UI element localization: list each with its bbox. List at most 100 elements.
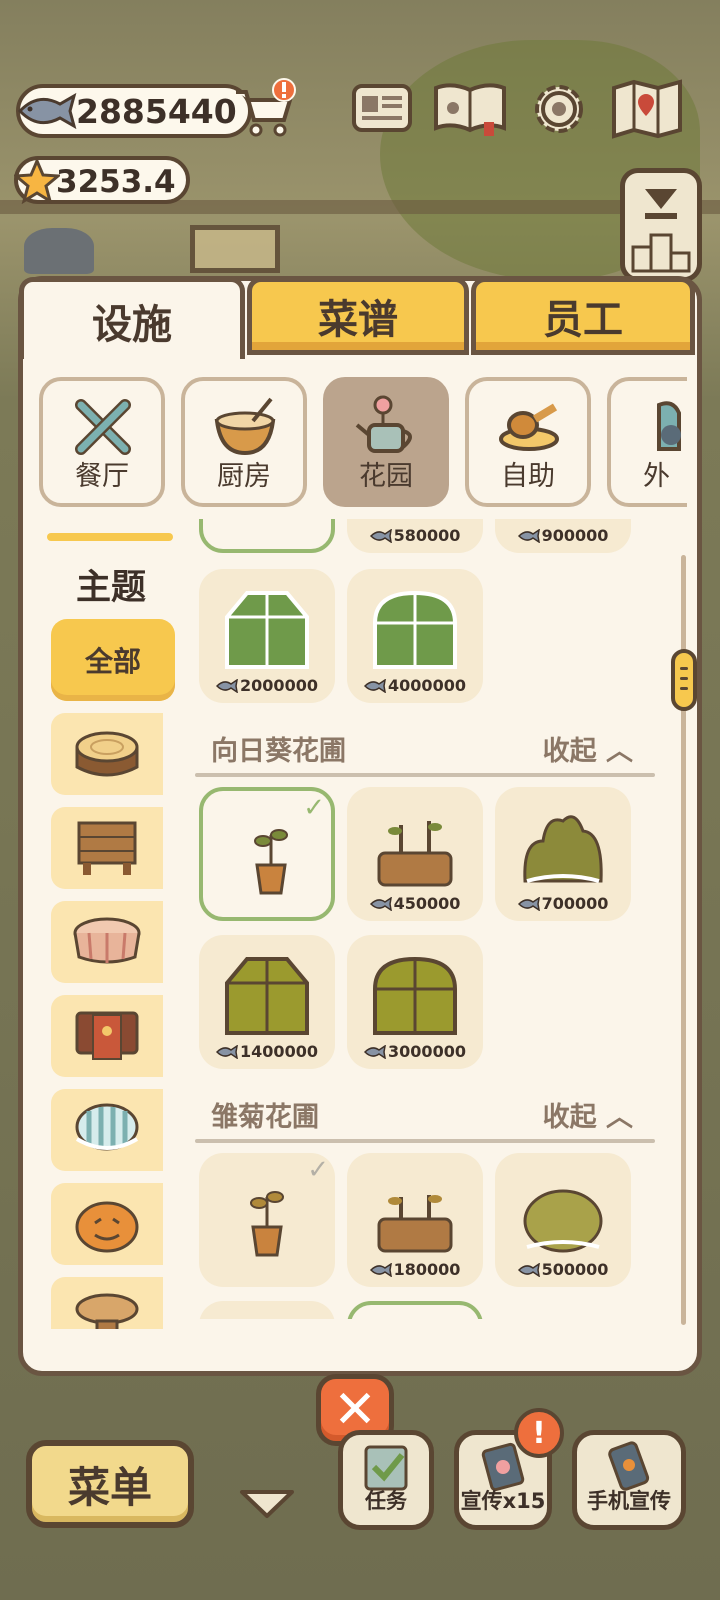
catbook-icon[interactable]: [432, 78, 508, 140]
category-label: 厨房: [217, 461, 271, 492]
facility-item[interactable]: 180000: [347, 1153, 483, 1287]
tab-facilities[interactable]: 设施: [19, 277, 245, 359]
theme-all-button[interactable]: 全部: [51, 619, 175, 701]
theme-pumpkin[interactable]: [51, 1183, 163, 1265]
promotion-label: 宣传x15: [460, 1489, 546, 1513]
background-fishbone-sign: [190, 225, 280, 273]
sprout-pot-icon: [254, 829, 288, 895]
facility-item-owned[interactable]: ✓: [199, 1153, 335, 1287]
bush-icon: [523, 1189, 603, 1253]
fish-coin-value: 2885440: [76, 92, 237, 131]
theme-list: [51, 713, 163, 1329]
category-label: 自助: [501, 461, 555, 492]
theme-round-stool[interactable]: [51, 1277, 163, 1329]
facility-item[interactable]: 700000: [495, 787, 631, 921]
item-price: 3000000: [347, 1042, 483, 1061]
facility-item[interactable]: 500000: [495, 1153, 631, 1287]
newspaper-icon[interactable]: [350, 78, 416, 140]
fish-coin-icon: [517, 896, 540, 911]
fish-coin-icon: [369, 528, 392, 543]
fish-coin-icon: [369, 896, 392, 911]
fish-coin-icon: [216, 678, 238, 693]
takeout-icon: [657, 401, 681, 451]
facility-item[interactable]: [347, 1301, 483, 1319]
facility-item[interactable]: 580000: [347, 519, 483, 553]
mixing-bowl-icon: [214, 397, 276, 456]
dome-greenhouse-icon: [373, 590, 457, 669]
tab-staff[interactable]: 员工: [471, 277, 695, 355]
theme-striped-stool[interactable]: [51, 1089, 163, 1171]
paw-table-icon: [75, 1011, 139, 1060]
facility-item-grid: 580000 900000 2000000 4000000 向日葵花圃 收起 ︿…: [195, 519, 675, 1319]
item-price: 700000: [495, 894, 631, 913]
pumpkin-icon: [75, 1201, 139, 1253]
phone-promotion-label: 手机宣传: [587, 1489, 671, 1513]
category-takeout[interactable]: 外: [607, 377, 687, 507]
facility-item[interactable]: 2000000: [199, 569, 335, 703]
facility-item[interactable]: 3000000: [347, 935, 483, 1069]
menu-button[interactable]: 菜单: [26, 1440, 194, 1528]
fish-coin-icon: [364, 678, 386, 693]
item-price: 580000: [347, 526, 483, 545]
tasks-button[interactable]: 任务: [338, 1430, 434, 1530]
facility-item[interactable]: 4000000: [347, 569, 483, 703]
tools-icon: [75, 399, 131, 455]
facility-item[interactable]: 1400000: [199, 935, 335, 1069]
picnic-table-icon: [73, 917, 141, 964]
fish-coin-icon: [364, 1044, 386, 1059]
section-divider: [195, 1139, 655, 1143]
category-restaurant[interactable]: 餐厅: [39, 377, 165, 507]
facilities-panel: 设施 菜谱 员工 餐厅 厨房 花园 自助 外 主题 全部 580000 9000…: [18, 276, 702, 1376]
background-cat: [24, 228, 94, 274]
facility-item[interactable]: 900000: [495, 519, 631, 553]
gear-icon[interactable]: [526, 78, 592, 140]
buffet-icon: [499, 403, 559, 451]
facility-item-owned[interactable]: ✓: [199, 787, 335, 921]
collapse-toggle[interactable]: 收起 ︿: [543, 729, 633, 768]
log-stump-icon: [75, 731, 139, 777]
theme-wooden-table[interactable]: [51, 807, 163, 889]
collapse-toggle[interactable]: 收起 ︿: [543, 1095, 633, 1134]
category-garden[interactable]: 花园: [323, 377, 449, 507]
section-divider: [195, 773, 655, 777]
facility-item[interactable]: [199, 1301, 335, 1319]
round-stool-icon: [75, 1293, 139, 1329]
sidebar-accent-bar: [47, 533, 173, 541]
phone-promotion-button[interactable]: 手机宣传: [572, 1430, 686, 1530]
chevron-down-icon: [631, 189, 691, 273]
chevron-down-icon[interactable]: [238, 1486, 296, 1520]
fish-coin-icon: [369, 1262, 392, 1277]
alert-badge: !: [514, 1408, 564, 1458]
bush-icon: [523, 815, 603, 883]
section-title: 雏菊花圃: [211, 1102, 319, 1133]
shop-cart-icon[interactable]: [234, 78, 298, 140]
theme-paw-table[interactable]: [51, 995, 163, 1077]
sprout-bed-icon: [377, 1195, 453, 1253]
category-label: 餐厅: [75, 461, 129, 492]
wooden-table-icon: [77, 821, 137, 875]
category-label: 外: [643, 461, 670, 492]
tab-recipes[interactable]: 菜谱: [247, 277, 469, 355]
leaderboard-button[interactable]: [620, 168, 702, 282]
item-price: 2000000: [199, 676, 335, 695]
item-price: 180000: [347, 1260, 483, 1279]
striped-stool-icon: [75, 1103, 139, 1151]
category-buffet[interactable]: 自助: [465, 377, 591, 507]
sprout-pot-icon: [250, 1191, 284, 1257]
category-kitchen[interactable]: 厨房: [181, 377, 307, 507]
item-price: 500000: [495, 1260, 631, 1279]
greenhouse-icon: [225, 591, 309, 669]
facility-item[interactable]: [199, 519, 335, 553]
item-price: 450000: [347, 894, 483, 913]
greenhouse-icon: [225, 957, 309, 1035]
tasks-label: 任务: [365, 1489, 407, 1513]
scrollbar-thumb[interactable]: [671, 649, 697, 711]
facility-item[interactable]: 450000: [347, 787, 483, 921]
item-price: 4000000: [347, 676, 483, 695]
theme-log-stump[interactable]: [51, 713, 163, 795]
sidebar-title: 主题: [75, 568, 146, 608]
theme-picnic-table[interactable]: [51, 901, 163, 983]
chevron-up-icon: ︿: [606, 736, 633, 767]
fish-coin-icon: [517, 1262, 540, 1277]
map-icon[interactable]: [610, 78, 684, 140]
